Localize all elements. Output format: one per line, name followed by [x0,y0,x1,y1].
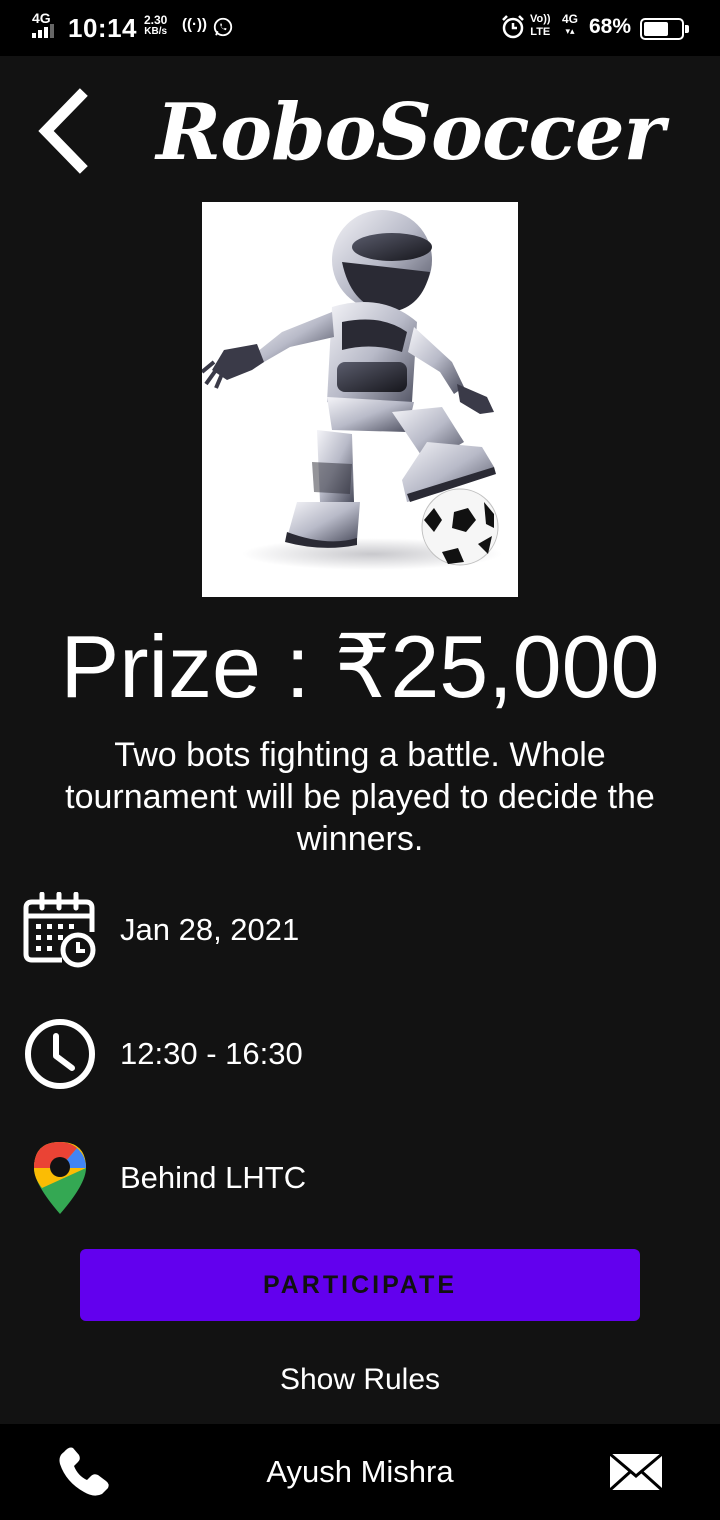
participate-button[interactable]: PARTICIPATE [80,1249,640,1321]
volte-indicator: Vo)) LTE [530,13,551,39]
clock-icon [25,1019,95,1089]
phone-icon[interactable] [54,1446,114,1500]
event-detail-screen: 4G 10:14 2.30 KB/s ((·)) Vo)) LTE 4G ▾▴ … [0,0,720,1520]
event-image [202,202,518,597]
whatsapp-icon [213,17,233,37]
signal-icon: 4G [30,10,62,40]
alarm-icon [502,15,524,39]
network-speed: 2.30 KB/s [144,14,167,38]
speed-unit: KB/s [144,26,168,37]
show-rules-button[interactable]: Show Rules [200,1356,520,1404]
chevron-left-icon [38,88,88,174]
page-title: RoboSoccer [156,87,664,178]
robot-soccer-image [202,210,502,570]
battery-percent: 68% [589,15,632,38]
volte-bottom: LTE [530,26,551,38]
event-description: Two bots fighting a battle. Whole tourna… [65,736,655,858]
location-row: Behind LHTC [0,1138,720,1218]
date-row: Jan 28, 2021 [0,890,720,970]
hotspot-icon: ((·)) [182,16,207,33]
event-location: Behind LHTC [120,1160,307,1195]
data-type: 4G [562,12,579,26]
battery-level [644,22,668,36]
mail-icon[interactable] [608,1452,664,1492]
time-row: 12:30 - 16:30 [0,1014,720,1094]
speed-value: 2.30 [144,13,168,27]
status-bar: 4G 10:14 2.30 KB/s ((·)) Vo)) LTE 4G ▾▴ … [0,0,720,56]
clock-time: 10:14 [68,13,137,43]
event-time: 12:30 - 16:30 [120,1036,303,1071]
calendar-clock-icon [23,892,96,968]
back-button[interactable] [30,86,100,176]
prize-amount: Prize : ₹25,000 [60,617,660,716]
event-date: Jan 28, 2021 [120,912,300,947]
contact-bar: Ayush Mishra [0,1424,720,1520]
contact-name: Ayush Mishra [266,1454,454,1489]
battery-icon [640,18,689,40]
map-pin-icon [34,1142,86,1214]
data-indicator: 4G ▾▴ [562,12,579,36]
network-type: 4G [32,10,51,26]
volte-top: Vo)) [530,13,551,25]
